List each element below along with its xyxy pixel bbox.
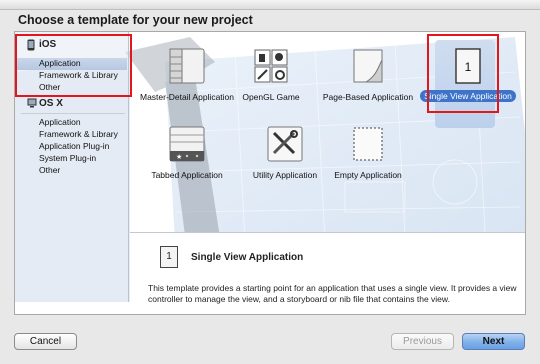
sidebar-item-osx-framework-library[interactable]: Framework & Library — [15, 129, 129, 141]
template-description-panel: 1 Single View Application This template … — [130, 232, 525, 314]
template-page-based[interactable]: Page-Based Application — [320, 46, 416, 103]
page-title: Choose a template for your new project — [18, 13, 253, 27]
previous-button[interactable]: Previous — [391, 333, 454, 350]
template-tabbed[interactable]: ★ Tabbed Application — [139, 124, 235, 181]
template-label: Empty Application — [334, 170, 402, 180]
annotation-highlight-single-view — [427, 34, 499, 113]
master-detail-icon — [167, 46, 207, 86]
page-based-icon — [348, 46, 388, 86]
template-master-detail[interactable]: Master-Detail Application — [139, 46, 235, 103]
opengl-game-icon — [251, 46, 291, 86]
sidebar-header-label: OS X — [39, 98, 63, 109]
template-label: Tabbed Application — [151, 170, 223, 180]
template-label: Master-Detail Application — [139, 92, 234, 102]
tabbed-icon: ★ — [167, 124, 207, 164]
empty-icon — [348, 124, 388, 164]
single-view-icon: 1 — [160, 246, 178, 268]
svg-text:★: ★ — [176, 153, 182, 161]
next-button[interactable]: Next — [462, 333, 525, 350]
window-titlebar — [0, 0, 540, 10]
template-empty[interactable]: Empty Application — [320, 124, 416, 181]
template-utility[interactable]: Utility Application — [237, 124, 333, 181]
sidebar-item-osx-application[interactable]: Application — [15, 117, 129, 129]
sidebar-item-osx-application-plugin[interactable]: Application Plug-in — [15, 141, 129, 153]
mac-icon — [27, 98, 37, 108]
sidebar-header-osx[interactable]: OS X — [15, 95, 129, 113]
sidebar-item-osx-system-plugin[interactable]: System Plug-in — [15, 153, 129, 165]
utility-icon — [265, 124, 305, 164]
template-label: Page-Based Application — [322, 92, 414, 102]
template-label: OpenGL Game — [242, 92, 300, 102]
sidebar-divider — [21, 113, 125, 114]
cancel-button[interactable]: Cancel — [14, 333, 77, 350]
template-opengl-game[interactable]: OpenGL Game — [223, 46, 319, 103]
sidebar-item-osx-other[interactable]: Other — [15, 165, 129, 177]
template-label: Utility Application — [252, 170, 318, 180]
annotation-highlight-ios — [15, 34, 132, 97]
description-title: Single View Application — [191, 252, 304, 263]
description-text: This template provides a starting point … — [148, 283, 517, 304]
